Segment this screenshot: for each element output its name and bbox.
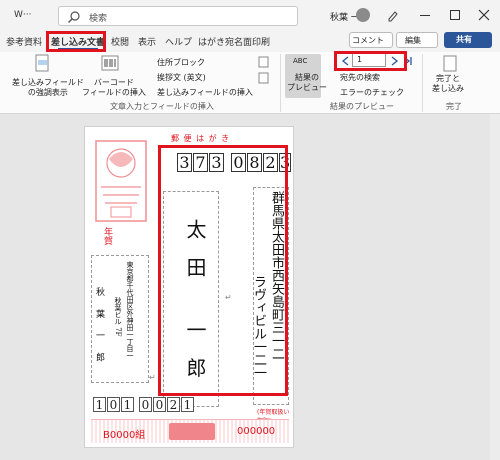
match-fields-icon[interactable] xyxy=(258,72,272,84)
sender-zip-digit: 0 xyxy=(153,397,166,412)
lottery-stamp xyxy=(169,423,215,440)
find-recipient-button[interactable]: 宛先の検索 xyxy=(340,72,380,83)
sender-zip-digit: 1 xyxy=(121,397,134,412)
highlight-fields-label[interactable]: 差し込みフィールド の強調表示 xyxy=(12,78,84,98)
sender-zip-digit: 0 xyxy=(107,397,120,412)
sender-zip-digit: 0 xyxy=(139,397,152,412)
group-finish-label: 完了 xyxy=(446,102,462,111)
insert-field-button[interactable]: 差し込みフィールドの挿入 xyxy=(157,87,253,98)
search-box[interactable]: 検索 xyxy=(58,6,298,26)
highlight-mailings-tab xyxy=(46,31,106,52)
rules-icon[interactable] xyxy=(258,56,272,68)
group-insert-label: 文章入力とフィールドの挿入 xyxy=(110,102,214,111)
sender-zip-digit: 2 xyxy=(167,397,180,412)
tab-review[interactable]: 校閲 xyxy=(111,35,129,48)
highlight-recipient-area xyxy=(158,145,288,396)
pen-icon[interactable] xyxy=(386,8,400,22)
search-icon xyxy=(68,11,80,23)
tab-postcard-print[interactable]: はがき宛名面印刷 xyxy=(198,35,270,48)
sender-zip-digit: 1 xyxy=(93,397,106,412)
ribbon: 差し込みフィールド の強調表示 バーコード フィールドの挿入 住所ブロック 挨拶… xyxy=(0,52,500,114)
lottery-group: B0000組 xyxy=(103,430,146,441)
tab-view[interactable]: 表示 xyxy=(138,35,156,48)
close-icon[interactable] xyxy=(478,9,490,21)
vertical-scrollbar[interactable] xyxy=(490,114,500,460)
group-preview-label: 結果のプレビュー xyxy=(330,102,394,111)
stamp-label: 年賀 xyxy=(102,227,112,245)
edit-button[interactable]: 編集 xyxy=(396,32,438,48)
avatar[interactable] xyxy=(356,8,370,22)
postcard-header: 郵 便 は が き xyxy=(171,134,231,143)
tab-references[interactable]: 参考資料 xyxy=(6,35,42,48)
tab-help[interactable]: ヘルプ xyxy=(165,35,192,48)
sender-zip-digit: 1 xyxy=(181,397,194,412)
comment-button[interactable]: コメント xyxy=(349,32,393,48)
minimize-button[interactable] xyxy=(420,15,430,16)
highlight-record-navigation xyxy=(334,51,407,71)
preview-results-button[interactable]: ABC 結果の プレビュー xyxy=(285,54,327,98)
title-bar: W··· 検索 秋葉 一郎 xyxy=(0,0,500,32)
highlight-fields-icon[interactable] xyxy=(34,54,52,74)
lottery-strip: B0000組 000000 xyxy=(91,419,289,443)
share-button[interactable]: 共有 xyxy=(444,32,492,48)
barcode-icon[interactable] xyxy=(100,54,120,74)
address-block-button[interactable]: 住所ブロック xyxy=(157,57,205,68)
barcode-label[interactable]: バーコード フィールドの挿入 xyxy=(82,78,146,98)
search-placeholder: 検索 xyxy=(89,14,108,24)
check-errors-button[interactable]: エラーのチェック xyxy=(340,87,404,98)
sender-address: 東京都千代田区外神田一丁目一 xyxy=(126,261,134,359)
maximize-button[interactable] xyxy=(450,10,460,20)
sender-name: 秋 葉 一 郎 xyxy=(94,287,104,367)
paragraph-mark: ↵ xyxy=(149,373,156,382)
finish-merge-label[interactable]: 完了と 差し込み xyxy=(432,74,464,94)
finish-merge-icon[interactable] xyxy=(442,55,458,73)
new-year-stamp-illustration xyxy=(95,140,147,222)
greeting-button[interactable]: 挨拶文 (英文) xyxy=(157,72,206,83)
lottery-number: 000000 xyxy=(237,426,276,437)
document-title: W··· xyxy=(14,10,32,20)
sender-company: 秋葉ビル 7F xyxy=(114,297,122,337)
